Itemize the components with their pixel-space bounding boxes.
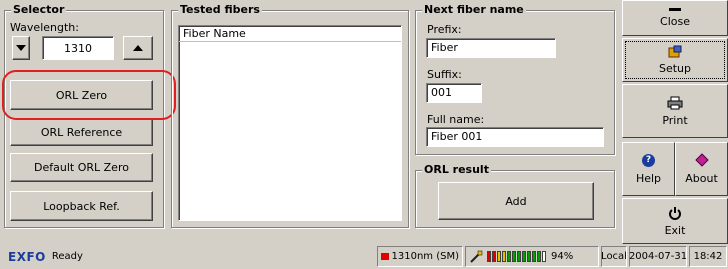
mode-panel: Local xyxy=(601,246,627,267)
next-fiber-name-title: Next fiber name xyxy=(422,3,526,16)
fiber-name-header-label: Fiber Name xyxy=(183,27,246,40)
prefix-label: Prefix: xyxy=(427,23,462,36)
close-label: Close xyxy=(660,15,690,28)
triangle-up-icon xyxy=(133,45,143,51)
suffix-label: Suffix: xyxy=(427,68,462,81)
fiber-name-column-header[interactable]: Fiber Name xyxy=(179,26,401,42)
add-label: Add xyxy=(505,194,527,208)
exit-label: Exit xyxy=(664,223,686,237)
wavelength-label: Wavelength: xyxy=(10,21,79,34)
battery-panel: 94% xyxy=(465,246,599,267)
full-name-label: Full name: xyxy=(427,113,485,126)
setup-button[interactable]: Setup xyxy=(622,38,728,82)
source-indicator-icon xyxy=(381,253,389,260)
help-icon: ? xyxy=(642,153,655,167)
suffix-input[interactable]: 001 xyxy=(426,83,482,103)
battery-gauge xyxy=(487,251,547,262)
tested-fibers-list[interactable]: Fiber Name xyxy=(178,25,402,221)
orl-result-title: ORL result xyxy=(422,163,491,176)
full-name-input[interactable]: Fiber 001 xyxy=(426,127,604,147)
add-button[interactable]: Add xyxy=(438,182,594,220)
wavelength-decrease-button[interactable] xyxy=(12,36,30,60)
default-orl-zero-button[interactable]: Default ORL Zero xyxy=(10,153,153,182)
tested-fibers-title: Tested fibers xyxy=(178,3,262,16)
wavelength-increase-button[interactable] xyxy=(123,36,153,60)
battery-segment xyxy=(532,251,536,262)
battery-segment xyxy=(542,251,546,262)
orl-reference-button[interactable]: ORL Reference xyxy=(10,119,153,146)
help-label: Help xyxy=(635,171,662,185)
time-label: 18:42 xyxy=(693,251,723,262)
battery-segment xyxy=(492,251,496,262)
status-panel: EXFO Ready xyxy=(2,246,376,267)
battery-segment xyxy=(537,251,541,262)
status-text: Ready xyxy=(51,251,83,262)
exfo-logo: EXFO xyxy=(8,249,46,264)
about-icon xyxy=(694,153,709,167)
battery-percent: 94% xyxy=(551,251,574,262)
time-panel: 18:42 xyxy=(689,246,727,267)
source-panel: 1310nm (SM) xyxy=(377,246,463,267)
battery-segment xyxy=(527,251,531,262)
triangle-down-icon xyxy=(16,45,26,51)
battery-segment xyxy=(517,251,521,262)
highlight-circle xyxy=(2,70,176,120)
battery-segment xyxy=(522,251,526,262)
printer-icon xyxy=(667,96,683,109)
battery-segment xyxy=(487,251,491,262)
setup-label: Setup xyxy=(658,62,692,75)
power-icon xyxy=(669,206,681,220)
help-button[interactable]: ? Help xyxy=(622,142,675,196)
setup-icon xyxy=(668,45,682,58)
ac-power-icon xyxy=(470,250,483,263)
loopback-ref-label: Loopback Ref. xyxy=(43,199,120,213)
about-label: About xyxy=(685,172,718,185)
about-button[interactable]: About xyxy=(675,142,728,196)
prefix-value: Fiber xyxy=(431,41,458,54)
battery-segment xyxy=(512,251,516,262)
print-label: Print xyxy=(662,113,688,127)
wavelength-value: 1310 xyxy=(64,41,92,55)
close-button[interactable]: Close xyxy=(622,0,728,36)
source-label: 1310nm (SM) xyxy=(391,251,460,262)
print-button[interactable]: Print xyxy=(622,84,728,138)
exit-button[interactable]: Exit xyxy=(622,198,728,244)
suffix-value: 001 xyxy=(431,86,452,99)
battery-segment xyxy=(502,251,506,262)
date-label: 2004-07-31 xyxy=(628,251,688,262)
prefix-input[interactable]: Fiber xyxy=(426,38,556,58)
battery-segment xyxy=(507,251,511,262)
default-orl-zero-label: Default ORL Zero xyxy=(34,161,129,174)
full-name-value: Fiber 001 xyxy=(431,130,483,143)
mode-label: Local xyxy=(601,251,627,262)
wavelength-field[interactable]: 1310 xyxy=(42,36,114,60)
close-icon xyxy=(669,8,681,11)
loopback-ref-button[interactable]: Loopback Ref. xyxy=(10,191,153,221)
orl-reference-label: ORL Reference xyxy=(40,126,123,139)
date-panel: 2004-07-31 xyxy=(629,246,687,267)
selector-title: Selector xyxy=(11,3,67,16)
battery-segment xyxy=(497,251,501,262)
